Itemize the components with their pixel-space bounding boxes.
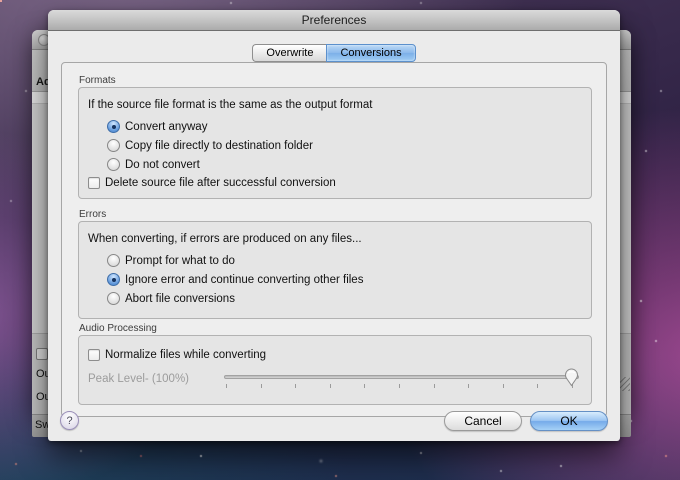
radio-row-ignore-error[interactable]: Ignore error and continue converting oth… [107,273,583,286]
background-checkbox[interactable] [36,348,48,360]
audio-group-box: Normalize files while converting Peak Le… [78,335,592,405]
dialog-titlebar[interactable]: Preferences [48,10,620,31]
tab-panel: Formats If the source file format is the… [61,62,607,417]
preferences-dialog: Preferences Overwrite Conversions Format… [48,10,620,441]
peak-level-slider[interactable] [224,370,579,396]
radio-label: Prompt for what to do [125,255,235,267]
checkbox-icon[interactable] [88,349,100,361]
checkbox-label: Delete source file after successful conv… [105,177,336,189]
checkbox-icon[interactable] [88,177,100,189]
radio-row-do-not-convert[interactable]: Do not convert [107,158,583,171]
radio-row-prompt[interactable]: Prompt for what to do [107,254,583,267]
formats-group-box: If the source file format is the same as… [78,87,592,199]
radio-icon[interactable] [107,273,120,286]
radio-label: Ignore error and continue converting oth… [125,274,363,286]
radio-icon[interactable] [107,292,120,305]
wallpaper-stars-dim [0,0,2,2]
help-button[interactable]: ? [60,411,79,430]
slider-track[interactable] [224,375,579,379]
radio-row-convert-anyway[interactable]: Convert anyway [107,120,583,133]
normalize-checkbox-row[interactable]: Normalize files while converting [88,349,583,361]
peak-level-label: Peak Level- (100%) [88,370,224,385]
tab-conversions[interactable]: Conversions [326,44,415,62]
radio-icon[interactable] [107,139,120,152]
errors-group-label: Errors [79,209,106,220]
radio-label: Abort file conversions [125,293,235,305]
radio-icon[interactable] [107,254,120,267]
radio-label: Convert anyway [125,121,207,133]
radio-icon[interactable] [107,158,120,171]
radio-row-copy-directly[interactable]: Copy file directly to destination folder [107,139,583,152]
radio-label: Copy file directly to destination folder [125,140,313,152]
tab-bar: Overwrite Conversions [48,44,620,62]
tab-overwrite[interactable]: Overwrite [252,44,326,62]
radio-label: Do not convert [125,159,200,171]
formats-intro-text: If the source file format is the same as… [88,99,583,111]
question-mark-icon: ? [66,415,72,427]
slider-ticks [226,384,573,388]
radio-icon[interactable] [107,120,120,133]
dialog-title: Preferences [302,13,367,27]
errors-group-box: When converting, if errors are produced … [78,221,592,319]
delete-source-checkbox-row[interactable]: Delete source file after successful conv… [88,177,583,189]
radio-row-abort[interactable]: Abort file conversions [107,292,583,305]
audio-group-label: Audio Processing [79,323,157,334]
resize-grip-icon[interactable] [619,377,630,391]
peak-level-row: Peak Level- (100%) [88,370,583,396]
cancel-button[interactable]: Cancel [444,411,522,431]
checkbox-label: Normalize files while converting [105,349,266,361]
errors-intro-text: When converting, if errors are produced … [88,233,583,245]
dialog-footer: ? Cancel OK [48,417,620,441]
slider-thumb-icon[interactable] [564,368,579,392]
ok-button[interactable]: OK [530,411,608,431]
formats-group-label: Formats [79,75,116,86]
